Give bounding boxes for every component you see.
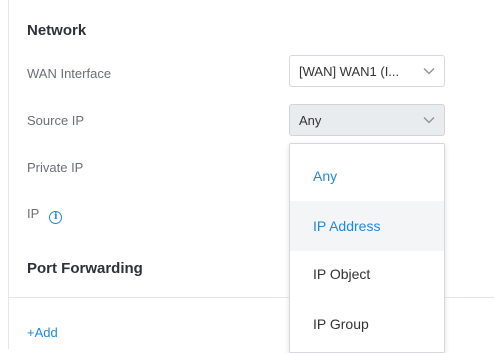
dropdown-option-ip-object[interactable]: IP Object [290, 249, 444, 299]
dropdown-option-any[interactable]: Any [290, 151, 444, 201]
source-ip-label: Source IP [27, 113, 85, 128]
wan-interface-label: WAN Interface [27, 66, 112, 81]
network-section-title: Network [27, 22, 87, 39]
dropdown-option-ip-group[interactable]: IP Group [290, 299, 444, 349]
chevron-down-icon [423, 117, 435, 124]
port-forwarding-section-title: Port Forwarding [27, 260, 143, 277]
ip-label: IP [27, 206, 40, 221]
chevron-down-icon [423, 68, 435, 75]
wan-interface-value: [WAN] WAN1 (I... [299, 63, 400, 79]
source-ip-select[interactable]: Any [289, 104, 445, 136]
ip-label-row: IP i [27, 206, 63, 224]
dropdown-option-ip-address[interactable]: IP Address [290, 201, 444, 251]
private-ip-label: Private IP [27, 160, 84, 175]
source-ip-value: Any [299, 112, 322, 128]
wan-interface-select[interactable]: [WAN] WAN1 (I... [289, 55, 445, 87]
settings-panel: Network WAN Interface [WAN] WAN1 (I... S… [8, 0, 494, 353]
info-circle-icon[interactable]: i [49, 211, 63, 224]
source-ip-dropdown-menu: Any IP Address IP Object IP Group [289, 143, 445, 353]
add-port-forwarding-link[interactable]: +Add [27, 325, 58, 340]
